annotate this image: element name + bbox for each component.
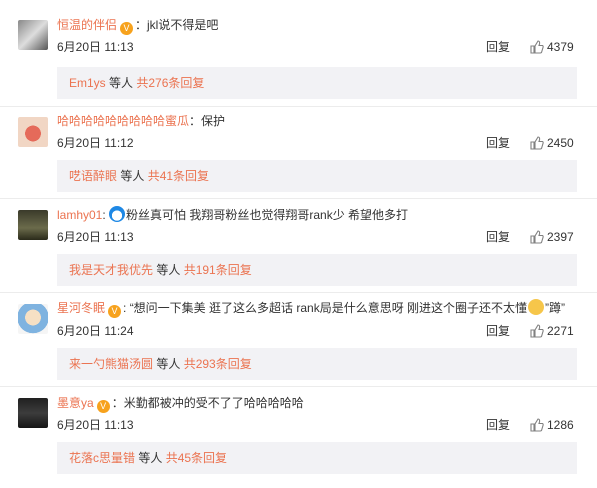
comment-text: ：jkl说不得是吧	[135, 18, 219, 32]
sub-reply-user[interactable]: 来一勺熊猫汤圆	[69, 357, 153, 371]
thumbs-up-icon	[530, 40, 544, 54]
sub-reply-count[interactable]: 共191条回复	[184, 263, 252, 277]
comment-line: 哈哈哈哈哈哈哈哈哈蜜瓜：保护	[57, 113, 225, 129]
reply-button[interactable]: 回复	[486, 39, 510, 55]
sub-reply-user[interactable]: 花落c思量错	[69, 451, 135, 465]
comment-username[interactable]: 恒温的伴侣	[57, 18, 117, 32]
sub-reply-count[interactable]: 共276条回复	[136, 76, 204, 90]
like-button[interactable]: 4379	[530, 39, 574, 55]
comment-time: 6月20日 11:13	[57, 230, 134, 244]
like-count: 1286	[547, 418, 574, 432]
sub-replies[interactable]: Em1ys 等人 共276条回复	[57, 67, 577, 99]
comment-time: 6月20日 11:13	[57, 40, 134, 54]
like-button[interactable]: 2271	[530, 323, 574, 339]
comment-username[interactable]: 墨意ya	[57, 396, 94, 410]
sub-reply-user[interactable]: 我是天才我优先	[69, 263, 153, 277]
like-button[interactable]: 2450	[530, 135, 574, 151]
divider	[0, 198, 597, 199]
reply-button[interactable]: 回复	[486, 417, 510, 433]
comment-line: lamhy01: 粉丝真可怕 我翔哥粉丝也觉得翔哥rank少 希望他多打	[57, 206, 409, 222]
reply-button[interactable]: 回复	[486, 229, 510, 245]
comment-username[interactable]: 星河冬眠	[57, 301, 105, 315]
comment-text: “想问一下集美 逛了这么多超话 rank局是什么意思呀 刚进这个圈子还不太懂	[129, 301, 528, 315]
comment-time: 6月20日 11:13	[57, 418, 134, 432]
like-count: 4379	[547, 40, 574, 54]
comment-line: 墨意ya V ：米勤都被冲的受不了了哈哈哈哈哈	[57, 395, 304, 413]
comment-time: 6月20日 11:24	[57, 324, 134, 338]
sub-reply-user[interactable]: Em1ys	[69, 76, 106, 90]
sub-reply-mid: 等人	[105, 76, 137, 90]
comment-text: ：保护	[189, 114, 226, 128]
divider	[0, 106, 597, 107]
sub-reply-count[interactable]: 共41条回复	[148, 169, 209, 183]
comment-line: 星河冬眠 V: “想问一下集美 逛了这么多超话 rank局是什么意思呀 刚进这个圈…	[57, 299, 566, 318]
sub-reply-mid: 等人	[153, 357, 184, 371]
sub-replies[interactable]: 我是天才我优先 等人 共191条回复	[57, 254, 577, 286]
like-button[interactable]: 2397	[530, 229, 574, 245]
like-count: 2271	[547, 324, 574, 338]
comment-text-end: ”蹲”	[545, 301, 566, 315]
sub-replies[interactable]: 花落c思量错 等人 共45条回复	[57, 442, 577, 474]
comment-line: 恒温的伴侣 V ：jkl说不得是吧	[57, 17, 218, 35]
thumbs-up-icon	[530, 230, 544, 244]
vip-badge-icon: V	[120, 22, 134, 35]
vip-badge-icon: V	[108, 305, 122, 318]
avatar[interactable]	[18, 398, 48, 428]
vip-badge-icon: V	[96, 400, 110, 413]
comment-text: 粉丝真可怕 我翔哥粉丝也觉得翔哥rank少 希望他多打	[126, 208, 409, 222]
comment-username[interactable]: 哈哈哈哈哈哈哈哈哈蜜瓜	[57, 114, 189, 128]
avatar[interactable]	[18, 304, 48, 334]
sub-reply-mid: 等人	[117, 169, 148, 183]
sub-reply-mid: 等人	[153, 263, 184, 277]
sub-replies[interactable]: 呓语醉眼 等人 共41条回复	[57, 160, 577, 192]
thumbs-up-icon	[530, 324, 544, 338]
reply-button[interactable]: 回复	[486, 323, 510, 339]
comment-time: 6月20日 11:12	[57, 136, 134, 150]
sub-replies[interactable]: 来一勺熊猫汤圆 等人 共293条回复	[57, 348, 577, 380]
avatar[interactable]	[18, 210, 48, 240]
comment-username[interactable]: lamhy01	[57, 208, 102, 222]
like-count: 2450	[547, 136, 574, 150]
reply-button[interactable]: 回复	[486, 135, 510, 151]
thumbs-up-icon	[530, 136, 544, 150]
like-button[interactable]: 1286	[530, 417, 574, 433]
like-count: 2397	[547, 230, 574, 244]
sub-reply-count[interactable]: 共45条回复	[166, 451, 227, 465]
avatar[interactable]	[18, 20, 48, 50]
sub-reply-mid: 等人	[135, 451, 166, 465]
comment-text: ：米勤都被冲的受不了了哈哈哈哈哈	[111, 396, 304, 410]
sub-reply-user[interactable]: 呓语醉眼	[69, 169, 117, 183]
emoji-icon	[528, 299, 545, 315]
divider	[0, 386, 597, 387]
divider	[0, 292, 597, 293]
doraemon-emoji-icon	[109, 206, 126, 222]
avatar[interactable]	[18, 117, 48, 147]
thumbs-up-icon	[530, 418, 544, 432]
sub-reply-count[interactable]: 共293条回复	[184, 357, 252, 371]
